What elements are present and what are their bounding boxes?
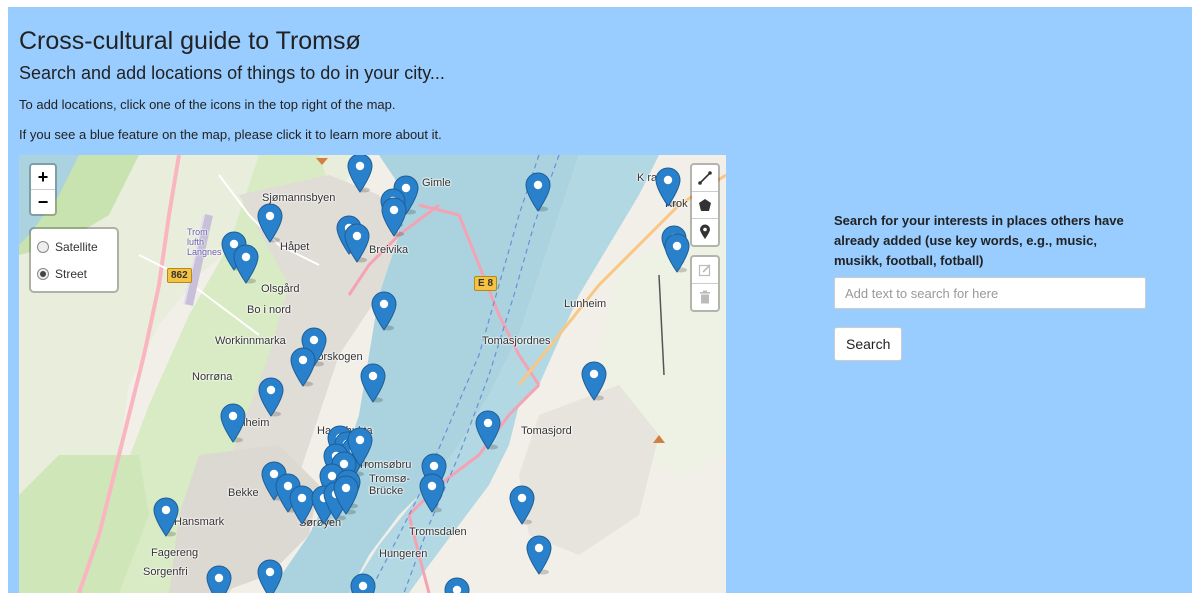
marker-icon (700, 224, 710, 239)
map-marker-icon[interactable] (290, 347, 316, 387)
map-marker-icon[interactable] (344, 223, 370, 263)
layer-option-satellite[interactable]: Satellite (37, 233, 111, 260)
map-marker-icon[interactable] (257, 559, 283, 593)
place-label: Tromsø- Brücke (369, 473, 411, 497)
draw-polygon-button[interactable] (692, 192, 718, 219)
map-marker-icon[interactable] (258, 377, 284, 417)
place-label: Tomasjord (521, 425, 572, 437)
place-label: Håpet (280, 241, 310, 253)
map-marker-icon[interactable] (509, 485, 535, 525)
edit-icon (698, 264, 711, 277)
place-label: Tomasjordnes (482, 335, 551, 347)
map-marker-icon[interactable] (257, 203, 283, 243)
zoom-out-button[interactable]: − (31, 190, 55, 214)
draw-polyline-button[interactable] (692, 165, 718, 192)
polygon-icon (699, 199, 711, 211)
polyline-icon (698, 171, 712, 185)
layer-control: Satellite Street (29, 227, 119, 293)
map-marker-icon[interactable] (419, 473, 445, 513)
place-label: Sorgenfri (143, 566, 188, 578)
place-label: Tromsdalen (409, 526, 467, 538)
map-marker-icon[interactable] (333, 475, 359, 515)
page-title: Cross-cultural guide to Tromsø (19, 27, 361, 55)
map-marker-icon[interactable] (153, 497, 179, 537)
map-marker-icon[interactable] (360, 363, 386, 403)
map-marker-icon[interactable] (475, 410, 501, 450)
map-marker-icon[interactable] (664, 233, 690, 273)
place-label: Trom lufth Langnes (187, 227, 222, 257)
layer-option-street[interactable]: Street (37, 260, 111, 287)
place-label: Olsgård (261, 283, 300, 295)
layer-label: Satellite (55, 239, 98, 254)
road-shield: E 8 (474, 276, 498, 291)
zoom-control: + − (29, 163, 57, 216)
map-marker-icon[interactable] (525, 172, 551, 212)
search-prompt: Search for your interests in places othe… (834, 213, 1124, 268)
draw-marker-button[interactable] (692, 219, 718, 245)
edit-toolbar (690, 255, 720, 312)
add-location-instruction: To add locations, click one of the icons… (19, 97, 396, 112)
place-label: Norrøna (192, 371, 233, 383)
layer-label: Street (55, 266, 88, 281)
page-background: Cross-cultural guide to Tromsø Search an… (8, 7, 1192, 593)
zoom-in-button[interactable]: + (31, 165, 55, 190)
map-marker-icon[interactable] (526, 535, 552, 575)
place-label: Bekke (228, 487, 259, 499)
place-label: Hansmark (174, 516, 225, 528)
place-label: Hungeren (379, 548, 428, 560)
search-input[interactable] (834, 277, 1146, 309)
place-label: Lunheim (564, 298, 607, 310)
delete-layers-button[interactable] (692, 284, 718, 310)
place-label: Fagereng (151, 547, 199, 559)
draw-toolbar (690, 163, 720, 247)
map-marker-icon[interactable] (220, 403, 246, 443)
place-label: Gimle (422, 177, 451, 189)
map-view[interactable]: Sjømannsbyen Gimle Krok K ran Håpet Brei… (19, 155, 726, 593)
edit-layers-button[interactable] (692, 257, 718, 284)
map-marker-icon[interactable] (381, 197, 407, 237)
feature-click-instruction: If you see a blue feature on the map, pl… (19, 127, 442, 142)
page-subtitle: Search and add locations of things to do… (19, 63, 445, 83)
map-marker-icon[interactable] (444, 577, 470, 593)
place-label: Bo i nord (247, 304, 292, 316)
radio-button[interactable] (37, 267, 49, 280)
road-shield: 862 (167, 268, 192, 283)
map-marker-icon[interactable] (233, 244, 259, 284)
search-button[interactable]: Search (834, 327, 903, 361)
radio-button[interactable] (37, 240, 49, 253)
place-label: Workinnmarka (215, 335, 286, 347)
map-marker-icon[interactable] (655, 167, 681, 207)
map-marker-icon[interactable] (347, 155, 373, 193)
map-marker-icon[interactable] (206, 565, 232, 593)
map-marker-icon[interactable] (350, 573, 376, 593)
map-marker-icon[interactable] (371, 291, 397, 331)
trash-icon (700, 290, 710, 304)
place-label: Breivika (369, 244, 409, 256)
map-marker-icon[interactable] (581, 361, 607, 401)
